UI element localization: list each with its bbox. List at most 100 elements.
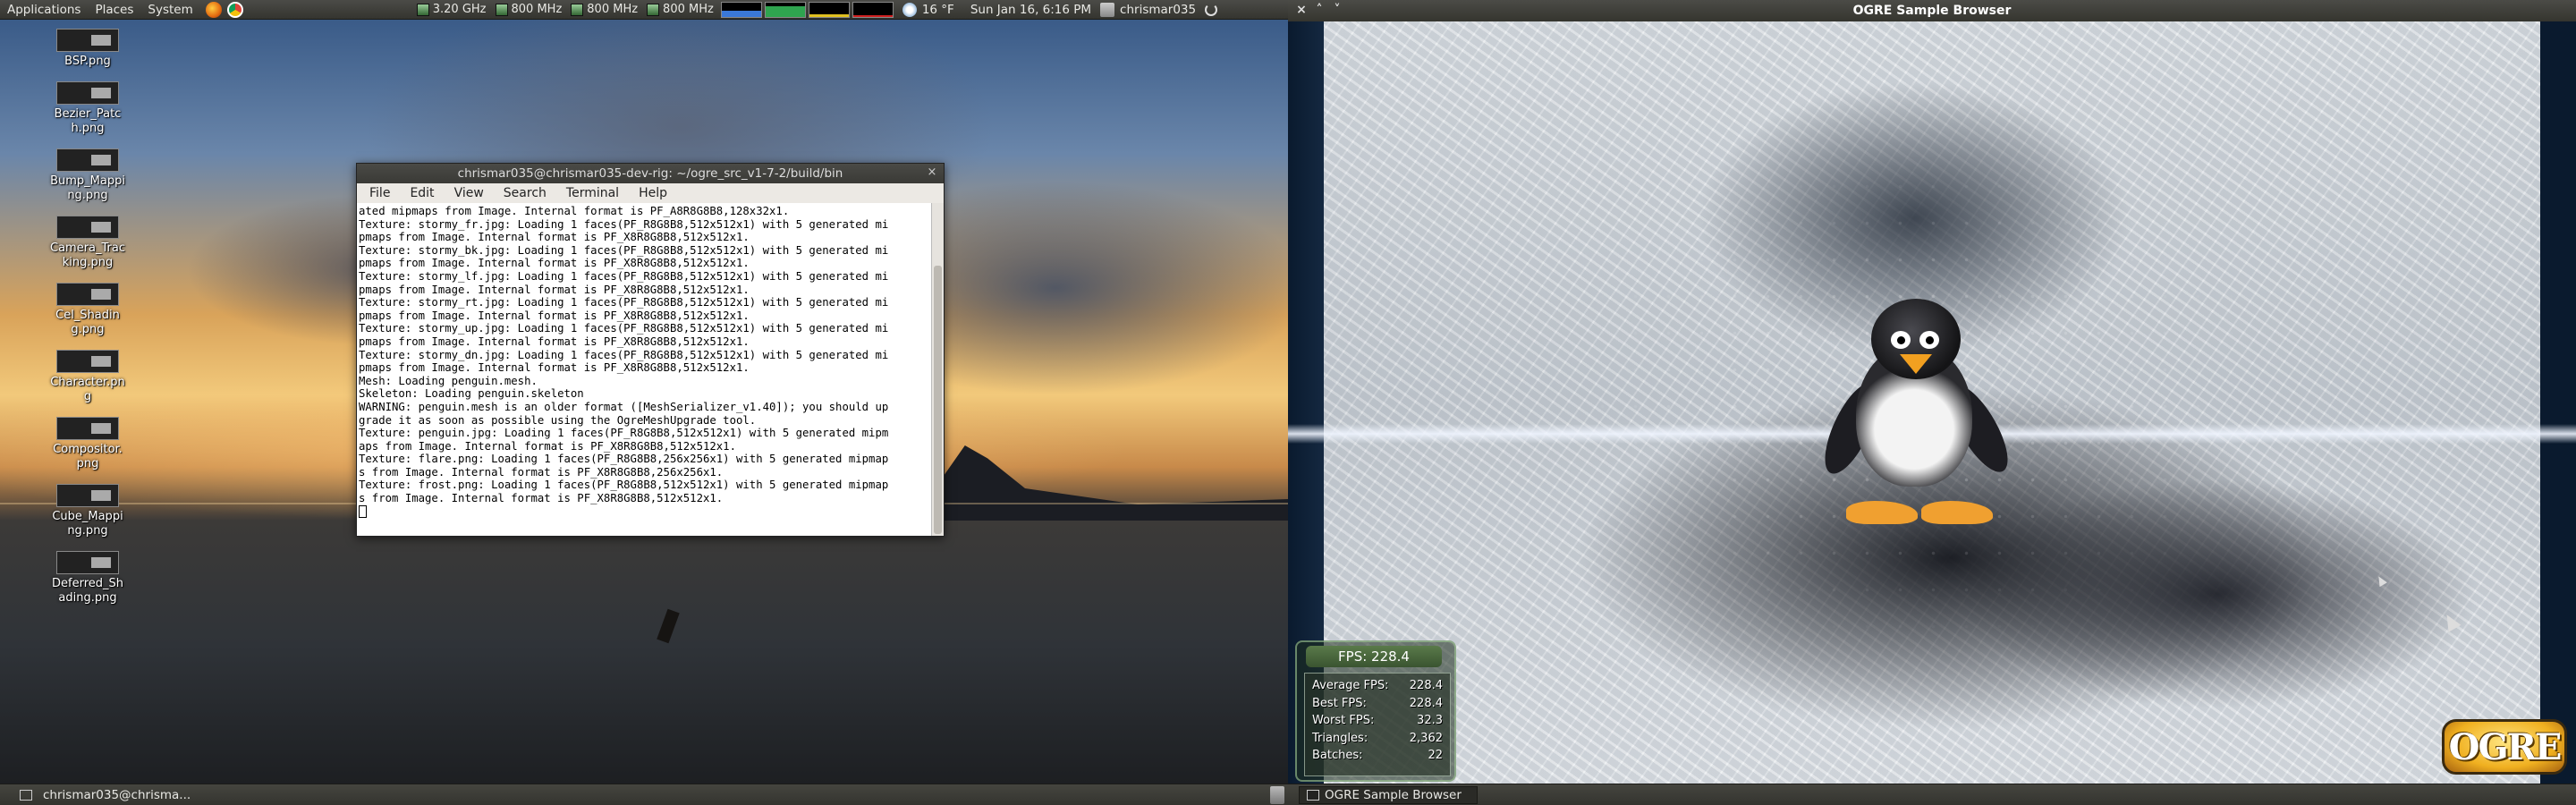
menu-edit[interactable]: Edit	[397, 186, 441, 200]
taskbar-item-ogre[interactable]: OGRE Sample Browser	[1299, 786, 1478, 804]
terminal-line: aps from Image. Internal format is PF_X8…	[359, 439, 736, 453]
taskbar-item-terminal[interactable]: chrismar035@chrisma...	[36, 786, 198, 804]
penguin-eye	[1891, 331, 1911, 349]
terminal-scrollbar[interactable]	[931, 203, 944, 536]
menu-terminal[interactable]: Terminal	[554, 186, 626, 200]
terminal-line: WARNING: penguin.mesh is an older format…	[359, 400, 889, 413]
cpu-freq-3[interactable]: 800 MHz	[647, 3, 714, 16]
image-thumbnail-icon	[56, 29, 119, 52]
desktop-icon-bsp[interactable]: BSP.png	[50, 29, 125, 69]
clock[interactable]: Sun Jan 16, 6:16 PM	[970, 3, 1091, 17]
chrome-icon[interactable]	[226, 1, 243, 18]
ogre-logo: OGRE	[2442, 719, 2567, 775]
top-panel: Applications Places System 3.20 GHz 800 …	[0, 0, 1288, 20]
mail-icon[interactable]	[1100, 2, 1115, 17]
system-menu[interactable]: System	[140, 3, 199, 17]
cpu-graph	[720, 1, 762, 18]
power-icon[interactable]	[1205, 3, 1218, 16]
terminal-line: Texture: stormy_rt.jpg: Loading 1 faces(…	[359, 296, 889, 309]
ogre-titlebar[interactable]: × ˄ ˅ OGRE Sample Browser	[1288, 0, 2576, 21]
places-menu[interactable]: Places	[88, 3, 140, 17]
desktop-wallpaper: BSP.png Bezier_Patch.png Bump_Mapping.pn…	[0, 20, 1288, 784]
maximize-icon[interactable]: ˄	[1313, 3, 1326, 17]
cpu-freq-2[interactable]: 800 MHz	[571, 3, 638, 16]
menu-search[interactable]: Search	[491, 186, 554, 200]
penguin-foot	[1921, 501, 1993, 524]
show-desktop-icon[interactable]	[20, 790, 32, 801]
weather-temp[interactable]: 16 °F	[922, 3, 954, 17]
penguin-foot	[1846, 501, 1918, 524]
ogre-window-title: OGRE Sample Browser	[1852, 4, 2012, 18]
cpu-icon	[647, 3, 660, 16]
minimize-icon[interactable]: ˅	[1331, 3, 1343, 17]
desktop-icon-character[interactable]: Character.png	[50, 350, 125, 404]
terminal-line: pmaps from Image. Internal format is PF_…	[359, 257, 750, 270]
terminal-window[interactable]: chrismar035@chrismar035-dev-rig: ~/ogre_…	[356, 163, 945, 537]
terminal-line: Skeleton: Loading penguin.skeleton	[359, 387, 584, 401]
terminal-line: s from Image. Internal format is PF_X8R8…	[359, 492, 724, 505]
desktop-icon-cube-mapping[interactable]: Cube_Mapping.png	[50, 484, 125, 538]
menu-file[interactable]: File	[357, 186, 397, 200]
close-icon[interactable]: ×	[926, 166, 938, 179]
terminal-line: Texture: stormy_bk.jpg: Loading 1 faces(…	[359, 243, 889, 257]
terminal-menubar: File Edit View Search Terminal Help	[357, 183, 944, 203]
terminal-line: Texture: stormy_fr.jpg: Loading 1 faces(…	[359, 217, 889, 231]
desktop-icon-bump-mapping[interactable]: Bump_Mapping.png	[50, 148, 125, 203]
cpu-icon	[571, 3, 584, 16]
text-cursor	[359, 504, 367, 518]
desktop-icon-deferred-shading[interactable]: Deferred_Shading.png	[50, 551, 125, 606]
terminal-line: s from Image. Internal format is PF_X8R8…	[359, 465, 724, 479]
cpu-freq-0[interactable]: 3.20 GHz	[416, 3, 487, 16]
terminal-line: pmaps from Image. Internal format is PF_…	[359, 231, 750, 244]
desktop-icons: BSP.png Bezier_Patch.png Bump_Mapping.pn…	[50, 29, 125, 618]
image-thumbnail-icon	[56, 350, 119, 373]
cpu-freq-1[interactable]: 800 MHz	[495, 3, 562, 16]
stat-triangles: Triangles: 2,362	[1312, 731, 1443, 745]
terminal-line: pmaps from Image. Internal format is PF_…	[359, 283, 750, 296]
user-name[interactable]: chrismar035	[1120, 3, 1196, 17]
desktop-icon-bezier-patch[interactable]: Bezier_Patch.png	[50, 81, 125, 136]
menu-help[interactable]: Help	[626, 186, 674, 200]
fps-details: Average FPS: 228.4 Best FPS: 228.4 Worst…	[1304, 673, 1451, 776]
bottom-panel: chrismar035@chrisma... OGRE Sample Brows…	[0, 784, 2576, 805]
close-icon[interactable]: ×	[1295, 3, 1308, 17]
image-thumbnail-icon	[56, 283, 119, 306]
terminal-output[interactable]: ated mipmaps from Image. Internal format…	[357, 203, 944, 536]
memory-graph	[764, 1, 806, 18]
terminal-line: Texture: stormy_dn.jpg: Loading 1 faces(…	[359, 348, 889, 361]
stat-worst-fps: Worst FPS: 32.3	[1312, 714, 1443, 727]
terminal-title: chrismar035@chrismar035-dev-rig: ~/ogre_…	[457, 166, 843, 181]
terminal-line: Texture: flare.png: Loading 1 faces(PF_R…	[359, 453, 889, 466]
desktop-icon-camera-tracking[interactable]: Camera_Tracking.png	[50, 216, 125, 270]
system-monitor[interactable]	[720, 1, 894, 18]
applications-menu[interactable]: Applications	[0, 3, 88, 17]
trash-icon[interactable]	[1270, 786, 1284, 804]
image-thumbnail-icon	[56, 81, 119, 105]
stat-batches: Batches: 22	[1312, 749, 1443, 762]
wallpaper-rock	[657, 608, 680, 644]
terminal-line: Texture: stormy_lf.jpg: Loading 1 faces(…	[359, 269, 889, 283]
terminal-line: pmaps from Image. Internal format is PF_…	[359, 361, 750, 375]
ogre-render-view[interactable]: FPS: 228.4 Average FPS: 228.4 Best FPS: …	[1288, 21, 2576, 784]
terminal-line: Texture: stormy_up.jpg: Loading 1 faces(…	[359, 322, 889, 335]
firefox-icon[interactable]	[205, 1, 222, 18]
image-thumbnail-icon	[56, 417, 119, 440]
stat-average-fps: Average FPS: 228.4	[1312, 679, 1443, 692]
disk-graph	[852, 1, 894, 18]
image-thumbnail-icon	[56, 484, 119, 507]
cpu-icon	[416, 3, 429, 16]
terminal-titlebar[interactable]: chrismar035@chrismar035-dev-rig: ~/ogre_…	[357, 164, 944, 183]
fps-stats-panel: FPS: 228.4 Average FPS: 228.4 Best FPS: …	[1295, 640, 1456, 782]
fps-header: FPS: 228.4	[1306, 646, 1442, 667]
cpu-icon	[495, 3, 508, 16]
penguin-eye	[1919, 331, 1939, 349]
desktop-icon-compositor[interactable]: Compositor.png	[50, 417, 125, 471]
terminal-line: ated mipmaps from Image. Internal format…	[359, 205, 790, 217]
image-thumbnail-icon	[56, 148, 119, 172]
terminal-line: Texture: penguin.jpg: Loading 1 faces(PF…	[359, 427, 889, 440]
menu-view[interactable]: View	[442, 186, 491, 200]
terminal-line: pmaps from Image. Internal format is PF_…	[359, 309, 750, 322]
desktop-icon-cel-shading[interactable]: Cel_Shading.png	[50, 283, 125, 337]
terminal-line: pmaps from Image. Internal format is PF_…	[359, 335, 750, 348]
weather-icon[interactable]	[902, 2, 917, 17]
